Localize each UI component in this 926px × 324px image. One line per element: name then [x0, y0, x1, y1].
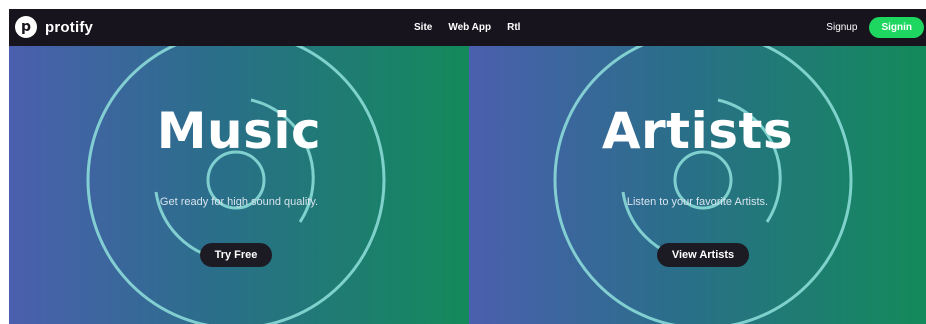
panel-title: Artists [601, 102, 794, 160]
panel-title: Music [156, 102, 322, 160]
panel-subtitle: Listen to your favorite Artists. [626, 196, 769, 208]
vinyl-disc-graphic [86, 46, 386, 324]
nav-link-site[interactable]: Site [414, 22, 432, 33]
signup-link[interactable]: Signup [826, 22, 857, 33]
nav-link-web-app[interactable]: Web App [448, 22, 491, 33]
nav-link-rtl[interactable]: Rtl [507, 22, 520, 33]
main-nav: Site Web App Rtl [414, 9, 520, 46]
logo-icon: p [15, 16, 37, 38]
view-artists-button[interactable]: View Artists [657, 243, 749, 267]
brand-logo[interactable]: p protify [15, 16, 93, 38]
try-free-button[interactable]: Try Free [200, 243, 272, 267]
top-navbar: p protify Site Web App Rtl Signup Signin [9, 9, 926, 46]
brand-name: protify [45, 18, 94, 36]
panel-subtitle: Get ready for high sound quality. [159, 196, 319, 208]
vinyl-disc-graphic [553, 46, 853, 324]
auth-actions: Signup Signin [826, 9, 924, 46]
signin-button[interactable]: Signin [869, 17, 924, 38]
music-panel: Music Get ready for high sound quality. … [9, 46, 469, 324]
artists-panel: Artists Listen to your favorite Artists.… [469, 46, 926, 324]
